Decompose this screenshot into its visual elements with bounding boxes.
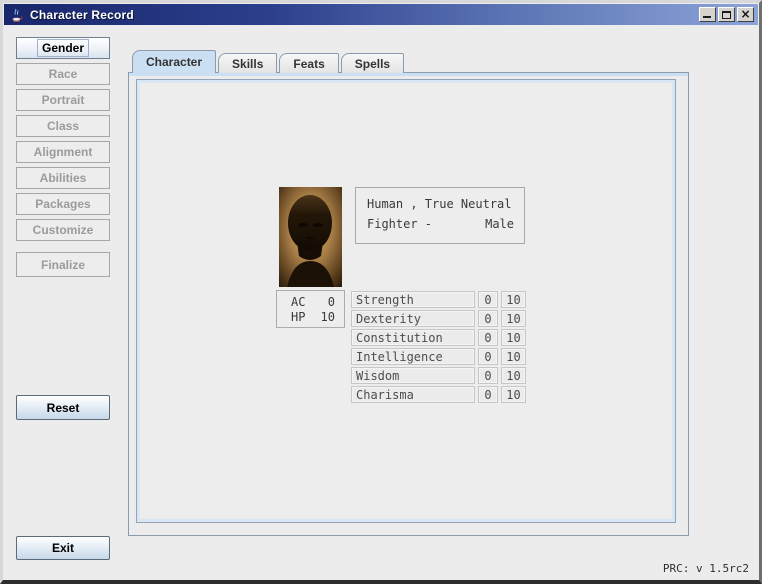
ability-score: 10 <box>501 367 526 384</box>
tab-character[interactable]: Character <box>132 50 216 73</box>
ac-label: AC <box>291 295 317 309</box>
tab-feats-label: Feats <box>293 57 324 71</box>
version-label: PRC: v 1.5rc2 <box>663 562 749 575</box>
table-row: Strength 0 10 <box>351 291 526 308</box>
tab-feats[interactable]: Feats <box>279 53 338 73</box>
reset-button[interactable]: Reset <box>16 395 110 420</box>
character-record-window: Character Record × Gender Race Portrait … <box>0 0 762 584</box>
class-text: Fighter - <box>367 217 432 231</box>
ac-value: 0 <box>317 295 335 309</box>
java-cup-icon <box>8 7 24 23</box>
gender-button[interactable]: Gender <box>16 37 110 59</box>
table-row: Intelligence 0 10 <box>351 348 526 365</box>
maximize-button[interactable] <box>718 7 735 22</box>
race-button-label: Race <box>49 67 78 81</box>
abilities-table: Strength 0 10 Dexterity 0 10 Constitutio… <box>351 291 526 405</box>
ability-name: Wisdom <box>351 367 475 384</box>
ability-score: 10 <box>501 348 526 365</box>
ability-score: 10 <box>501 291 526 308</box>
tab-spells[interactable]: Spells <box>341 53 404 73</box>
ability-score: 10 <box>501 310 526 327</box>
packages-button-label: Packages <box>35 197 90 211</box>
table-row: Dexterity 0 10 <box>351 310 526 327</box>
ability-modifier: 0 <box>478 310 498 327</box>
exit-button-label: Exit <box>52 541 74 555</box>
alignment-button[interactable]: Alignment <box>16 141 110 163</box>
ability-name: Dexterity <box>351 310 475 327</box>
abilities-button[interactable]: Abilities <box>16 167 110 189</box>
character-summary-box: Human , True Neutral Fighter - Male <box>355 187 525 244</box>
tab-skills[interactable]: Skills <box>218 53 277 73</box>
race-button[interactable]: Race <box>16 63 110 85</box>
ability-name: Charisma <box>351 386 475 403</box>
exit-button[interactable]: Exit <box>16 536 110 560</box>
tab-strip: Character Skills Feats Spells <box>132 50 406 73</box>
minimize-icon <box>703 16 711 18</box>
character-portrait <box>279 187 342 287</box>
minimize-button[interactable] <box>699 7 716 22</box>
hp-value: 10 <box>317 310 335 324</box>
close-icon: × <box>738 8 753 20</box>
gender-button-label: Gender <box>37 39 89 57</box>
tab-spells-label: Spells <box>355 57 390 71</box>
customize-button[interactable]: Customize <box>16 219 110 241</box>
ability-modifier: 0 <box>478 348 498 365</box>
alignment-button-label: Alignment <box>34 145 93 159</box>
ability-modifier: 0 <box>478 291 498 308</box>
ability-name: Constitution <box>351 329 475 346</box>
maximize-icon <box>722 11 731 19</box>
ability-name: Intelligence <box>351 348 475 365</box>
table-row: Wisdom 0 10 <box>351 367 526 384</box>
gender-text: Male <box>485 217 514 231</box>
abilities-button-label: Abilities <box>40 171 87 185</box>
portrait-button-label: Portrait <box>42 93 85 107</box>
hp-label: HP <box>291 310 317 324</box>
ability-name: Strength <box>351 291 475 308</box>
ac-hp-box: AC 0 HP 10 <box>276 290 345 328</box>
finalize-button-label: Finalize <box>41 258 85 272</box>
titlebar[interactable]: Character Record × <box>4 4 758 25</box>
tab-character-label: Character <box>146 55 202 69</box>
ability-modifier: 0 <box>478 329 498 346</box>
reset-button-label: Reset <box>47 401 80 415</box>
finalize-button[interactable]: Finalize <box>16 252 110 277</box>
ability-score: 10 <box>501 329 526 346</box>
customize-button-label: Customize <box>33 223 94 237</box>
table-row: Constitution 0 10 <box>351 329 526 346</box>
window-title: Character Record <box>30 8 134 22</box>
tab-skills-label: Skills <box>232 57 263 71</box>
ability-modifier: 0 <box>478 386 498 403</box>
race-alignment-text: Human , True Neutral <box>367 197 514 211</box>
ability-modifier: 0 <box>478 367 498 384</box>
table-row: Charisma 0 10 <box>351 386 526 403</box>
portrait-button[interactable]: Portrait <box>16 89 110 111</box>
packages-button[interactable]: Packages <box>16 193 110 215</box>
class-button[interactable]: Class <box>16 115 110 137</box>
close-button[interactable]: × <box>737 7 754 22</box>
ability-score: 10 <box>501 386 526 403</box>
class-button-label: Class <box>47 119 79 133</box>
